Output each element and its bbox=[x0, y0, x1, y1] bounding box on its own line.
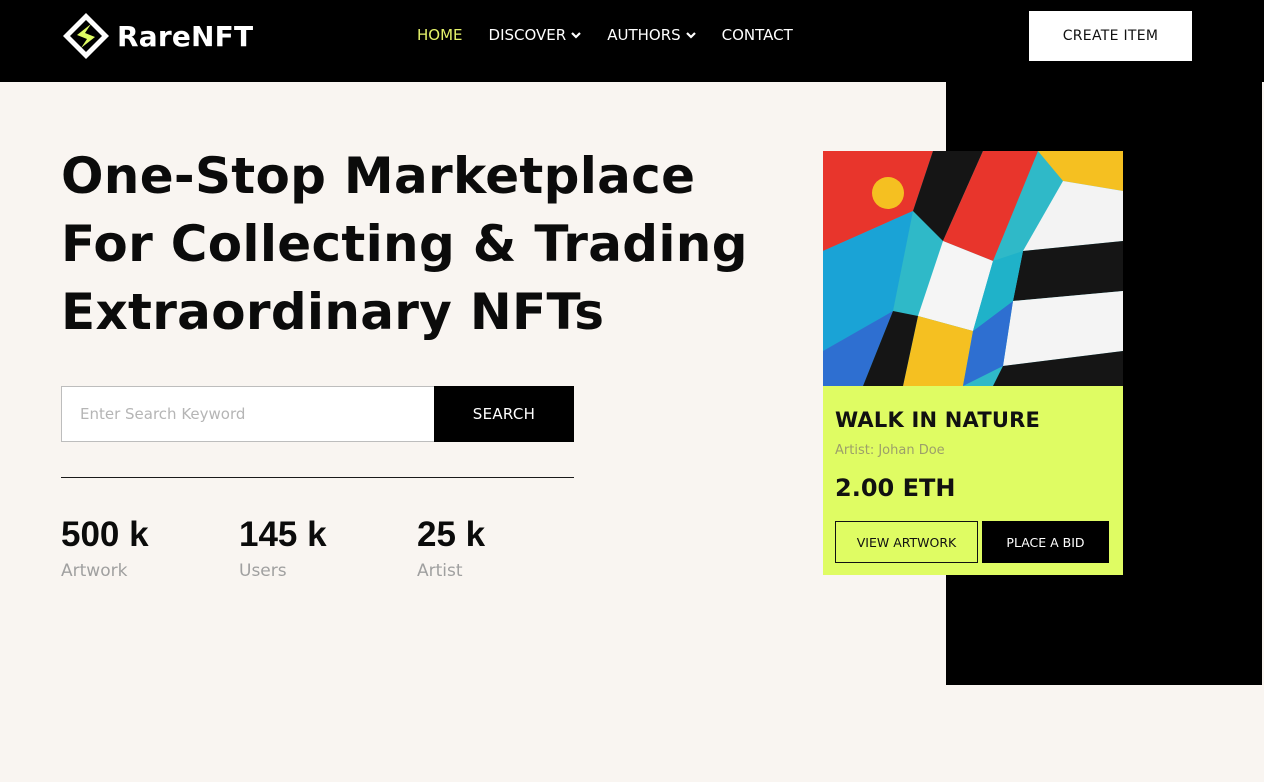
nav-item-home[interactable]: HOME bbox=[417, 24, 463, 46]
top-navbar: RareNFT HOME DISCOVER AUTHORS CONTACT CR… bbox=[0, 0, 1264, 82]
search-button[interactable]: SEARCH bbox=[434, 386, 574, 442]
stats-divider bbox=[61, 477, 574, 478]
nav-item-label: AUTHORS bbox=[607, 26, 681, 44]
hero-title-line: Extraordinary NFTs bbox=[61, 283, 605, 341]
chevron-down-icon bbox=[571, 32, 581, 39]
stat-label: Users bbox=[239, 561, 287, 581]
stat-artwork: 500 k Artwork bbox=[61, 514, 149, 581]
main-nav: HOME DISCOVER AUTHORS CONTACT bbox=[417, 24, 819, 46]
stat-label: Artwork bbox=[61, 561, 128, 581]
nav-item-label: HOME bbox=[417, 26, 463, 44]
search-input[interactable] bbox=[61, 386, 434, 442]
stat-value: 500 k bbox=[61, 515, 149, 554]
card-artist: Artist: Johan Doe bbox=[835, 443, 945, 458]
brand-logo-link[interactable]: RareNFT bbox=[61, 11, 253, 61]
nav-item-authors[interactable]: AUTHORS bbox=[607, 24, 696, 46]
search-form: SEARCH bbox=[61, 386, 574, 442]
stat-artist: 25 k Artist bbox=[417, 514, 485, 581]
nav-item-label: DISCOVER bbox=[488, 26, 567, 44]
hero-title: One-Stop Marketplace For Collecting & Tr… bbox=[61, 142, 761, 346]
view-artwork-button[interactable]: VIEW ARTWORK bbox=[835, 521, 978, 563]
chevron-down-icon bbox=[685, 32, 696, 39]
card-title: WALK IN NATURE bbox=[835, 408, 1041, 432]
brand-name: RareNFT bbox=[117, 19, 254, 53]
card-price: 2.00 ETH bbox=[835, 474, 956, 502]
abstract-artwork-image[interactable] bbox=[823, 151, 1123, 386]
featured-nft-card[interactable]: WALK IN NATURE Artist: Johan Doe 2.00 ET… bbox=[823, 151, 1123, 575]
stat-value: 145 k bbox=[239, 515, 327, 554]
nav-item-discover[interactable]: DISCOVER bbox=[489, 24, 582, 46]
nav-item-contact[interactable]: CONTACT bbox=[722, 24, 793, 46]
place-bid-button[interactable]: PLACE A BID bbox=[982, 521, 1109, 563]
stat-label: Artist bbox=[417, 561, 463, 581]
nav-item-label: CONTACT bbox=[721, 26, 793, 44]
hero-title-line: One-Stop Marketplace bbox=[61, 147, 696, 205]
diamond-s-logo-icon bbox=[63, 13, 109, 59]
hero-title-line: For Collecting & Trading bbox=[61, 215, 748, 273]
stat-value: 25 k bbox=[417, 515, 486, 554]
create-item-button[interactable]: CREATE ITEM bbox=[1029, 11, 1192, 61]
stat-users: 145 k Users bbox=[239, 514, 327, 581]
